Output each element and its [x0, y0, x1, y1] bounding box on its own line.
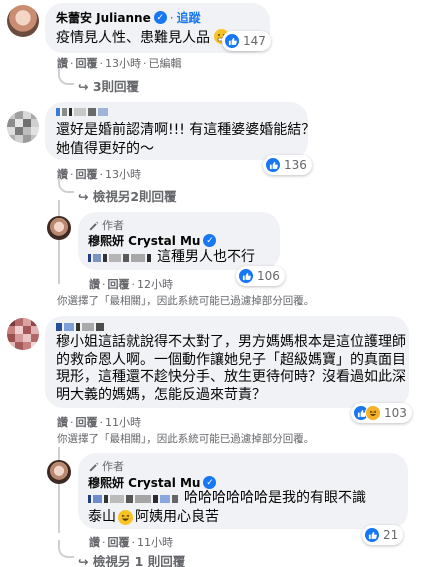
comment-time[interactable]: 13小時 — [105, 168, 141, 181]
comment-text: 現形，這種還不趁快分手、放生更待何時？沒看過如此深 — [56, 369, 406, 385]
verified-badge-icon: ✓ — [153, 11, 167, 24]
mention-redacted[interactable] — [88, 253, 151, 262]
avatar[interactable] — [47, 460, 71, 484]
thread-connector — [58, 540, 74, 558]
reply-arrow-icon: ↪ — [78, 79, 93, 94]
reaction-summary[interactable]: 21 — [362, 525, 404, 545]
like-reaction-icon — [364, 527, 380, 543]
reply-button[interactable]: 回覆 — [76, 416, 98, 429]
reaction-count: 21 — [383, 528, 399, 542]
pixelated-avatar-icon — [7, 318, 39, 350]
comment-bubble: 還好是婚前認清啊!!! 有這種婆婆婚能結？ 她值得更好的～ — [45, 102, 315, 160]
avatar[interactable] — [7, 318, 39, 350]
view-more-replies-link[interactable]: ↪ 檢視另2則回覆 — [78, 186, 177, 205]
thread-connector — [58, 68, 74, 85]
like-reaction-icon — [265, 157, 281, 173]
author-pencil-icon — [89, 462, 99, 471]
reaction-count: 136 — [284, 158, 307, 172]
reply-button[interactable]: 回覆 — [108, 278, 130, 291]
verified-badge-icon: ✓ — [203, 476, 217, 489]
thread-connector — [58, 200, 60, 284]
mention-redacted[interactable] — [88, 494, 178, 503]
comment-time[interactable]: 11小時 — [105, 416, 141, 429]
like-button[interactable]: 讚 — [89, 278, 100, 291]
comment-time[interactable]: 13小時 — [105, 57, 141, 70]
laughing-emoji-icon — [118, 510, 133, 525]
reaction-summary[interactable]: 106 — [236, 266, 285, 286]
comment-author-redacted[interactable] — [56, 108, 108, 116]
comment-text: 還好是婚前認清啊!!! 有這種婆婆婚能結？ — [56, 122, 316, 138]
reaction-summary[interactable]: 147 — [222, 31, 271, 51]
comment-author[interactable]: 朱蕾安 Julianne — [56, 9, 151, 26]
comment-actions: 讚 · 回覆 · 13小時 · 已編輯 — [57, 57, 182, 70]
filter-notice: 你選擇了「最相關」，因此系統可能已過濾掉部分回覆。 — [57, 295, 315, 307]
comment-time[interactable]: 12小時 — [137, 278, 173, 291]
author-pencil-icon — [89, 221, 99, 230]
haha-reaction-icon — [365, 405, 381, 421]
reply-arrow-icon: ↪ — [78, 189, 93, 204]
author-badge-label: 作者 — [102, 219, 124, 232]
pixelated-avatar-icon — [7, 111, 39, 143]
thread-connector — [58, 178, 74, 193]
view-replies-link[interactable]: ↪ 3則回覆 — [78, 76, 139, 95]
comment-author-redacted[interactable] — [56, 323, 104, 331]
comment-bubble: 作者 穆熙妍 Crystal Mu ✓ 這種男人也不行 — [78, 212, 280, 270]
like-reaction-icon — [224, 33, 240, 49]
comment-text: 疫情見人性、患難見人品 — [56, 30, 210, 46]
comment-time[interactable]: 11小時 — [137, 536, 173, 549]
comment-bubble: 穆小姐這話就說得不太對了，男方媽媽根本是這位護理師 的救命恩人啊。一個動作讓她兒… — [45, 316, 409, 408]
comment-text: 泰山 — [88, 509, 116, 525]
avatar[interactable] — [47, 216, 71, 240]
comment-text: 哈哈哈哈哈哈是我的有眼不識 — [184, 490, 366, 506]
edited-label: 已編輯 — [148, 57, 182, 70]
comment-text: 這種男人也不行 — [157, 249, 255, 265]
comment-actions: 讚 · 回覆 · 11小時 — [57, 416, 141, 429]
author-badge-label: 作者 — [102, 460, 124, 473]
comment-actions: 讚 · 回覆 · 12小時 — [89, 278, 173, 291]
reply-button[interactable]: 回覆 — [76, 168, 98, 181]
reaction-summary[interactable]: 136 — [263, 155, 312, 175]
comment-text: 阿姨用心良苦 — [135, 509, 219, 525]
reply-button[interactable]: 回覆 — [76, 57, 98, 70]
comment-text: 明大義的媽媽，怎能反過來苛責？ — [56, 386, 266, 403]
avatar[interactable] — [7, 5, 39, 37]
like-button[interactable]: 讚 — [57, 416, 68, 429]
comment-text: 的救命恩人啊。一個動作讓她兒子「超級媽寶」的真面目 — [56, 351, 406, 368]
follow-link[interactable]: 追蹤 — [177, 9, 201, 26]
like-reaction-icon — [238, 268, 254, 284]
filter-notice: 你選擇了「最相關」，因此系統可能已過濾掉部分回覆。 — [57, 433, 315, 445]
comment-actions: 讚 · 回覆 · 11小時 — [89, 536, 173, 549]
reaction-count: 103 — [384, 406, 407, 420]
view-more-replies-link[interactable]: ↪ 檢視另 1 則回覆 — [78, 551, 185, 567]
reaction-count: 106 — [257, 269, 280, 283]
reply-arrow-icon: ↪ — [78, 554, 93, 567]
comment-text: 穆小姐這話就說得不太對了，男方媽媽根本是這位護理師 — [56, 334, 406, 350]
avatar[interactable] — [7, 111, 39, 143]
comment-author[interactable]: 穆熙妍 Crystal Mu — [88, 232, 200, 249]
comment-bubble: 作者 穆熙妍 Crystal Mu ✓ 哈哈哈哈哈哈是我的有眼不識 泰山 阿姨用… — [78, 453, 408, 529]
reaction-summary[interactable]: 103 — [351, 403, 412, 423]
reply-button[interactable]: 回覆 — [108, 536, 130, 549]
reaction-count: 147 — [243, 34, 266, 48]
like-button[interactable]: 讚 — [89, 536, 100, 549]
verified-badge-icon: ✓ — [203, 234, 217, 247]
